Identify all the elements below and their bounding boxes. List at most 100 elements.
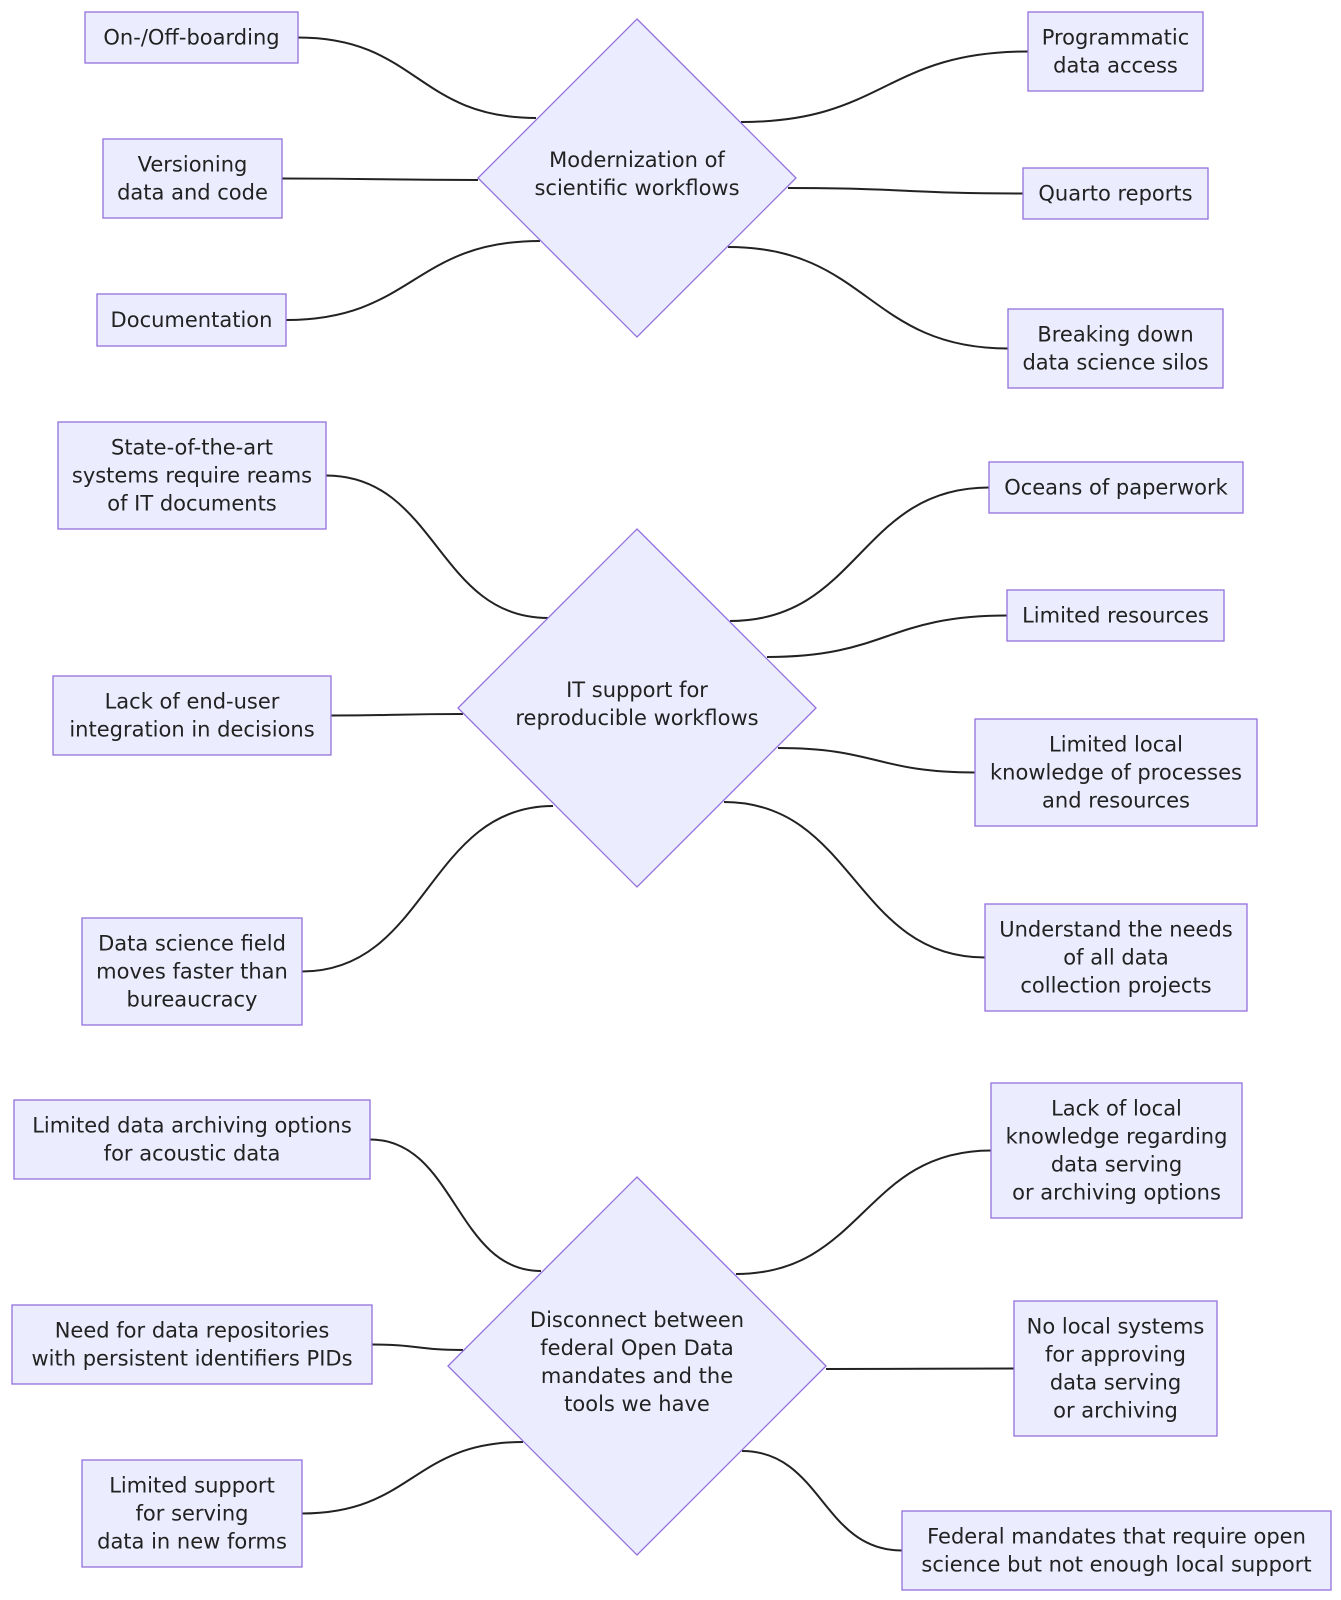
- hub-label-line: Modernization of: [549, 148, 725, 172]
- leaf-label-line: collection projects: [1020, 974, 1211, 998]
- leaf-label-line: Lack of end-user: [105, 690, 280, 714]
- leaf-label-line: of IT documents: [107, 492, 277, 516]
- leaf-label-line: Limited data archiving options: [32, 1114, 352, 1138]
- nodes-layer: Modernization of scientific workflows On-/…: [11, 11, 1332, 1591]
- hub-label-line: federal Open Data: [540, 1336, 733, 1360]
- leaf-label-line: systems require reams: [72, 464, 312, 488]
- edge-open-data-left-2: [301, 1441, 524, 1515]
- leaf-label-line: for serving: [136, 1502, 249, 1526]
- leaf-label-line: Data science field: [98, 932, 286, 956]
- leaf-box-shape: [13, 1099, 371, 1180]
- leaf-node-modernization-right-1[interactable]: Quarto reports: [1022, 167, 1209, 220]
- hub-node-open-data[interactable]: Disconnect between federal Open Data manda…: [447, 1176, 827, 1556]
- leaf-label-line: or archiving options: [1012, 1181, 1221, 1205]
- hub-label-line: IT support for: [566, 678, 708, 702]
- leaf-node-it-support-left-0[interactable]: State-of-the-art systems require reams of …: [57, 421, 327, 530]
- leaf-label-line: or archiving: [1053, 1399, 1178, 1423]
- leaf-node-modernization-right-2[interactable]: Breaking down data science silos: [1007, 308, 1224, 389]
- edge-open-data-right-2: [741, 1450, 903, 1552]
- leaf-label-line: Oceans of paperwork: [1004, 476, 1228, 500]
- leaf-label-line: Quarto reports: [1038, 182, 1192, 206]
- leaf-label-line: Documentation: [111, 308, 273, 332]
- leaf-label-line: data serving: [1050, 1371, 1181, 1395]
- leaf-label-line: integration in decisions: [69, 718, 314, 742]
- leaf-label-line: data serving: [1051, 1153, 1182, 1177]
- edge-open-data-left-1: [371, 1343, 464, 1351]
- leaf-label-line: Need for data repositories: [55, 1319, 330, 1343]
- edge-it-support-left-0: [325, 474, 549, 619]
- leaf-label-line: for approving: [1045, 1343, 1186, 1367]
- mindmap-diagram: Modernization of scientific workflows On-/…: [11, 11, 1332, 1591]
- leaf-label-line: data in new forms: [97, 1530, 287, 1554]
- edge-modernization-right-2: [727, 246, 1009, 350]
- leaf-label-line: moves faster than: [96, 960, 288, 984]
- edge-open-data-right-1: [825, 1367, 1015, 1370]
- hub-label-line: mandates and the: [541, 1364, 733, 1388]
- leaf-label-line: State-of-the-art: [111, 436, 273, 460]
- leaf-label-line: Federal mandates that require open: [927, 1525, 1306, 1549]
- leaf-label-line: data access: [1053, 54, 1178, 78]
- leaf-label-line: and resources: [1042, 789, 1190, 813]
- leaf-box-shape: [1027, 11, 1204, 92]
- leaf-node-it-support-right-3[interactable]: Understand the needs of all data collectio…: [984, 903, 1248, 1012]
- leaf-label-line: data science silos: [1022, 351, 1208, 375]
- leaf-label-line: Limited resources: [1022, 604, 1209, 628]
- leaf-label-line: On-/Off-boarding: [103, 26, 279, 50]
- leaf-node-open-data-right-0[interactable]: Lack of local knowledge regarding data ser…: [990, 1082, 1243, 1219]
- leaf-label-line: Limited support: [109, 1474, 275, 1498]
- leaf-node-open-data-left-1[interactable]: Need for data repositories with persisten…: [11, 1304, 373, 1385]
- hub-label-line: scientific workflows: [534, 176, 739, 200]
- hub-label-line: tools we have: [564, 1392, 710, 1416]
- edge-open-data-left-0: [369, 1138, 542, 1272]
- leaf-label-line: science but not enough local support: [921, 1553, 1311, 1577]
- leaf-node-open-data-left-2[interactable]: Limited support for serving data in new fo…: [81, 1459, 303, 1568]
- hub-node-modernization[interactable]: Modernization of scientific workflows: [477, 18, 797, 338]
- leaf-node-it-support-right-1[interactable]: Limited resources: [1006, 589, 1225, 642]
- leaf-node-it-support-right-2[interactable]: Limited local knowledge of processes and r…: [974, 718, 1258, 827]
- hub-node-it-support[interactable]: IT support for reproducible workflows: [457, 528, 817, 888]
- edge-it-support-left-2: [301, 805, 554, 973]
- leaf-box-shape: [901, 1510, 1332, 1591]
- leaf-label-line: Programmatic: [1042, 26, 1190, 50]
- edge-modernization-left-0: [297, 36, 537, 119]
- edge-modernization-left-1: [281, 177, 479, 181]
- leaf-label-line: knowledge regarding: [1006, 1125, 1228, 1149]
- edge-modernization-left-2: [285, 240, 541, 321]
- leaf-label-line: data and code: [117, 181, 268, 205]
- leaf-label-line: knowledge of processes: [990, 761, 1242, 785]
- leaf-label-line: with persistent identifiers PIDs: [31, 1347, 352, 1371]
- leaf-box-shape: [102, 138, 283, 219]
- leaf-node-modernization-left-2[interactable]: Documentation: [96, 293, 287, 347]
- edge-it-support-right-2: [777, 747, 976, 774]
- leaf-node-it-support-left-1[interactable]: Lack of end-user integration in decisions: [52, 675, 332, 756]
- leaf-label-line: bureaucracy: [127, 988, 258, 1012]
- leaf-label-line: Understand the needs: [999, 918, 1232, 942]
- edge-it-support-left-1: [330, 713, 464, 717]
- edge-it-support-right-0: [729, 486, 990, 622]
- leaf-label-line: Limited local: [1049, 733, 1183, 757]
- leaf-node-modernization-right-0[interactable]: Programmatic data access: [1027, 11, 1204, 92]
- leaf-label-line: for acoustic data: [104, 1142, 281, 1166]
- leaf-node-modernization-left-1[interactable]: Versioning data and code: [102, 138, 283, 219]
- leaf-node-it-support-left-2[interactable]: Data science field moves faster than burea…: [81, 917, 303, 1026]
- hub-label-line: Disconnect between: [530, 1308, 744, 1332]
- leaf-label-line: Versioning: [138, 153, 248, 177]
- edge-modernization-right-1: [787, 187, 1024, 195]
- leaf-box-shape: [52, 675, 332, 756]
- leaf-node-open-data-right-1[interactable]: No local systems for approving data servin…: [1013, 1300, 1218, 1437]
- edge-modernization-right-0: [740, 50, 1029, 123]
- leaf-label-line: of all data: [1063, 946, 1168, 970]
- edge-it-support-right-3: [723, 801, 986, 959]
- edge-it-support-right-1: [766, 614, 1008, 658]
- leaf-node-it-support-right-0[interactable]: Oceans of paperwork: [988, 461, 1244, 514]
- leaf-label-line: No local systems: [1027, 1315, 1205, 1339]
- hub-label-line: reproducible workflows: [515, 706, 758, 730]
- leaf-label-line: Lack of local: [1051, 1097, 1182, 1121]
- edge-open-data-right-0: [735, 1149, 992, 1275]
- leaf-node-open-data-right-2[interactable]: Federal mandates that require open scienc…: [901, 1510, 1332, 1591]
- leaf-node-open-data-left-0[interactable]: Limited data archiving options for acoust…: [13, 1099, 371, 1180]
- leaf-box-shape: [11, 1304, 373, 1385]
- leaf-box-shape: [1007, 308, 1224, 389]
- leaf-node-modernization-left-0[interactable]: On-/Off-boarding: [84, 11, 299, 64]
- leaf-label-line: Breaking down: [1037, 323, 1193, 347]
